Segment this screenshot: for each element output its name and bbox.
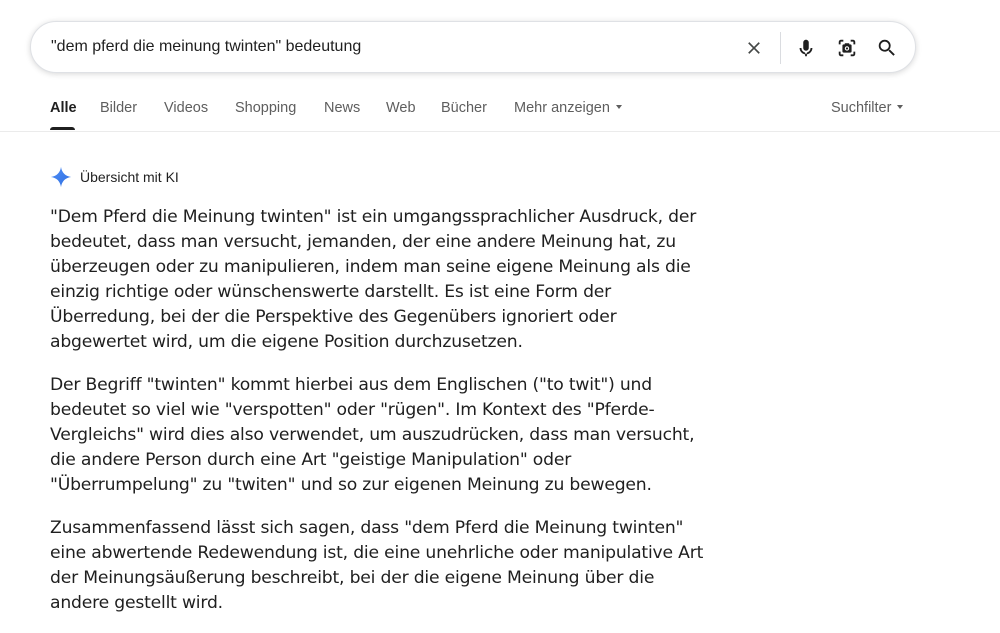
sparkle-icon bbox=[50, 166, 72, 188]
voice-search-button[interactable] bbox=[793, 35, 819, 61]
search-icon bbox=[878, 39, 895, 56]
ai-overview-header: Übersicht mit KI bbox=[50, 164, 179, 190]
tab-buecher[interactable]: Bücher bbox=[441, 100, 487, 116]
tab-shopping[interactable]: Shopping bbox=[235, 100, 296, 116]
search-results-page: Alle Bilder Videos Shopping News Web Büc… bbox=[0, 0, 1000, 633]
tab-bilder[interactable]: Bilder bbox=[100, 100, 137, 116]
search-filter-label: Suchfilter bbox=[831, 100, 892, 116]
tab-news[interactable]: News bbox=[324, 100, 360, 116]
tab-more[interactable]: Mehr anzeigen bbox=[514, 100, 622, 116]
ai-overview-paragraph: "Dem Pferd die Meinung twinten" ist ein … bbox=[50, 207, 697, 352]
microphone-icon bbox=[799, 39, 813, 57]
camera-lens-icon bbox=[838, 39, 856, 57]
search-box bbox=[30, 21, 916, 73]
ai-overview-paragraph: Der Begriff "twinten" kommt hierbei aus … bbox=[50, 375, 695, 495]
tab-alle[interactable]: Alle bbox=[50, 100, 77, 116]
search-submit-button[interactable] bbox=[874, 35, 900, 61]
chevron-down-icon bbox=[615, 105, 622, 110]
chevron-down-icon bbox=[897, 105, 904, 110]
image-search-button[interactable] bbox=[834, 35, 860, 61]
ai-overview-body: "Dem Pferd die Meinung twinten" ist ein … bbox=[50, 205, 710, 633]
tab-web[interactable]: Web bbox=[386, 100, 416, 116]
clear-search-button[interactable] bbox=[741, 35, 767, 61]
tab-more-label: Mehr anzeigen bbox=[514, 100, 610, 116]
search-tabs: Alle Bilder Videos Shopping News Web Büc… bbox=[0, 90, 1000, 132]
close-icon bbox=[748, 42, 760, 54]
ai-overview-title: Übersicht mit KI bbox=[80, 169, 179, 185]
ai-overview-paragraph: Zusammenfassend lässt sich sagen, dass "… bbox=[50, 518, 704, 613]
active-tab-indicator bbox=[50, 127, 75, 130]
search-input[interactable] bbox=[51, 34, 711, 60]
search-filter-button[interactable]: Suchfilter bbox=[831, 100, 904, 116]
search-box-divider bbox=[780, 32, 781, 64]
tab-videos[interactable]: Videos bbox=[164, 100, 208, 116]
